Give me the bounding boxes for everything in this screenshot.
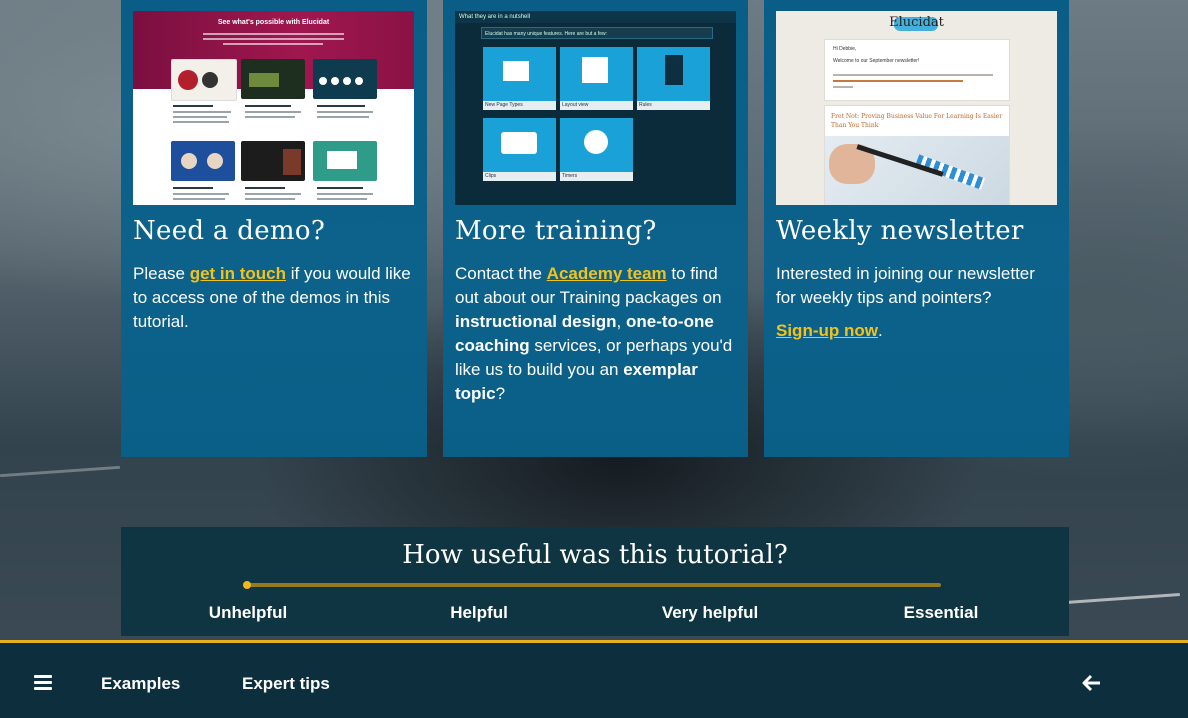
rating-option-very-helpful[interactable]: Very helpful bbox=[662, 603, 758, 623]
nav-examples[interactable]: Examples bbox=[101, 674, 180, 694]
card-heading: Need a demo? bbox=[133, 216, 326, 246]
get-in-touch-link[interactable]: get in touch bbox=[190, 264, 286, 283]
newsletter-card: Elucidat Hi Debbie, Welcome to our Septe… bbox=[764, 0, 1069, 457]
training-thumbnail: What they are in a nutshell Elucidat has… bbox=[455, 11, 736, 205]
newsletter-thumbnail: Elucidat Hi Debbie, Welcome to our Septe… bbox=[776, 11, 1057, 205]
demo-card: See what's possible with Elucidat Need a… bbox=[121, 0, 427, 457]
card-body: Please get in touch if you would like to… bbox=[133, 264, 411, 331]
thumbnail-logo: Elucidat bbox=[889, 15, 944, 30]
rating-slider-track[interactable] bbox=[247, 583, 941, 587]
rating-option-helpful[interactable]: Helpful bbox=[450, 603, 508, 623]
sign-up-link[interactable]: Sign-up now bbox=[776, 321, 878, 340]
rating-panel: How useful was this tutorial? Unhelpful … bbox=[121, 527, 1069, 636]
thumbnail-hero-title: See what's possible with Elucidat bbox=[217, 19, 330, 26]
rating-title: How useful was this tutorial? bbox=[402, 540, 788, 570]
rating-option-unhelpful[interactable]: Unhelpful bbox=[209, 603, 287, 623]
arrow-left-icon[interactable] bbox=[1082, 673, 1102, 693]
nav-expert-tips[interactable]: Expert tips bbox=[242, 674, 330, 694]
training-card: What they are in a nutshell Elucidat has… bbox=[443, 0, 748, 457]
hamburger-icon[interactable] bbox=[34, 675, 52, 693]
card-heading: Weekly newsletter bbox=[776, 216, 1024, 246]
card-body: Contact the Academy team to find out abo… bbox=[455, 264, 733, 403]
thumbnail-intro: Elucidat has many unique features. Here … bbox=[481, 27, 713, 39]
rating-option-essential[interactable]: Essential bbox=[904, 603, 979, 623]
demo-thumbnail: See what's possible with Elucidat bbox=[133, 11, 414, 205]
card-heading: More training? bbox=[455, 216, 657, 246]
card-body: Interested in joining our newsletter for… bbox=[776, 264, 1035, 340]
bottom-nav-bar: Examples Expert tips bbox=[0, 643, 1188, 718]
academy-team-link[interactable]: Academy team bbox=[547, 264, 667, 283]
rating-slider-thumb[interactable] bbox=[243, 581, 251, 589]
thumbnail-header: What they are in a nutshell bbox=[455, 11, 736, 23]
road-marking bbox=[0, 465, 120, 478]
